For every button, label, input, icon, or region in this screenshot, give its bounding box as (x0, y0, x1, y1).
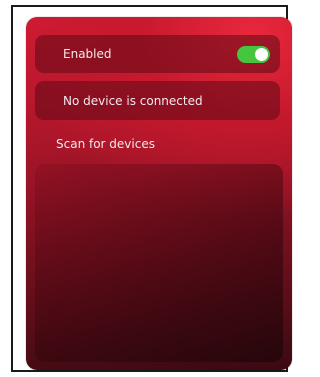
connection-status-text: No device is connected (63, 93, 203, 108)
scan-for-devices-button[interactable]: Scan for devices (56, 137, 155, 151)
enabled-toggle[interactable] (237, 46, 270, 63)
connection-status-row: No device is connected (35, 81, 280, 120)
toggle-knob (255, 48, 268, 61)
enabled-row[interactable]: Enabled (35, 35, 280, 73)
enabled-label: Enabled (63, 47, 112, 61)
device-list (35, 164, 283, 362)
bluetooth-panel: Enabled No device is connected Scan for … (26, 17, 292, 370)
